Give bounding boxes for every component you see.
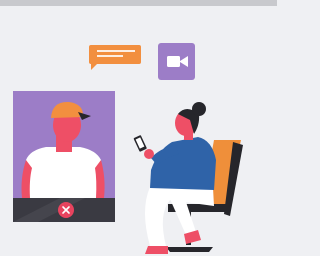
woman-with-phone <box>133 102 243 254</box>
end-call-button[interactable] <box>58 202 74 218</box>
video-call-illustration <box>13 43 243 254</box>
chat-bubble-icon <box>89 45 141 70</box>
video-camera-icon <box>158 43 195 80</box>
